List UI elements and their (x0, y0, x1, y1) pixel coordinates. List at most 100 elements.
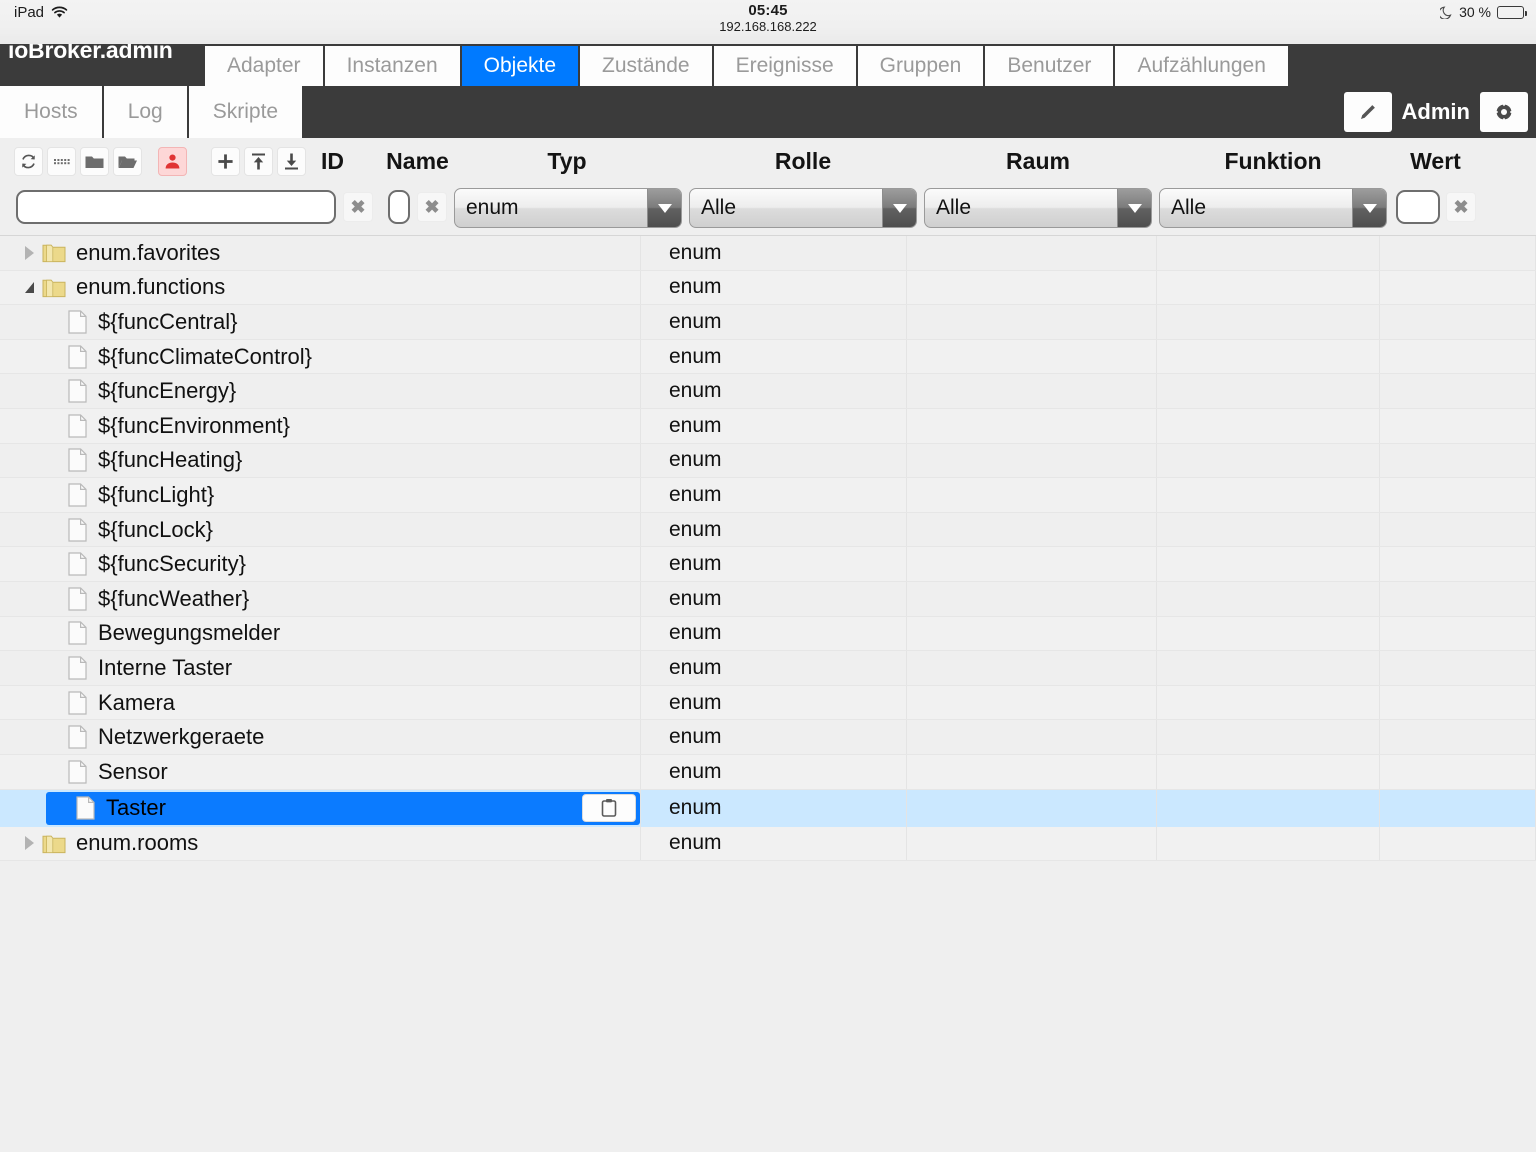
cell-rolle (907, 478, 1157, 512)
typ-filter-select[interactable]: enum (454, 188, 682, 228)
cell-id: ${funcEnergy} (0, 374, 641, 408)
cell-funktion (1380, 236, 1536, 270)
cell-id: Bewegungsmelder (0, 616, 641, 651)
collapse-toggle-icon[interactable] (16, 281, 42, 293)
settings-button[interactable] (1480, 92, 1528, 132)
id-filter-input[interactable] (16, 190, 336, 224)
table-row[interactable]: Netzwerkgeraete enum (0, 720, 1536, 755)
cell-id: ${funcSecurity} (0, 547, 641, 581)
tab-benutzer[interactable]: Benutzer (985, 46, 1114, 86)
table-row[interactable]: ${funcLock} enum (0, 512, 1536, 548)
add-object-button[interactable] (211, 146, 240, 176)
table-row[interactable]: enum.rooms enum (0, 826, 1536, 862)
table-row[interactable]: ${funcEnergy} enum (0, 374, 1536, 409)
clock-label: 05:45 (748, 2, 788, 19)
folder-icon (42, 242, 66, 263)
row-label: Sensor (98, 758, 168, 784)
cell-rolle (907, 651, 1157, 685)
cell-funktion (1380, 826, 1536, 861)
rolle-filter-select[interactable]: Alle (689, 188, 917, 228)
collapse-all-button[interactable] (80, 146, 109, 176)
raum-filter-select[interactable]: Alle (924, 188, 1152, 228)
file-icon (68, 725, 87, 749)
expert-mode-button[interactable] (158, 146, 187, 176)
file-icon (68, 310, 87, 334)
table-row[interactable]: ${funcEnvironment} enum (0, 408, 1536, 444)
tab-skripte[interactable]: Skripte (188, 86, 303, 138)
row-label: ${funcLight} (98, 481, 215, 507)
table-row[interactable]: Sensor enum (0, 754, 1536, 790)
table-row[interactable]: enum.functions enum (0, 270, 1536, 306)
tab-hosts[interactable]: Hosts (0, 86, 102, 138)
cell-id: enum.rooms (0, 826, 641, 861)
row-copy-button[interactable] (582, 793, 636, 822)
table-row[interactable]: ${funcHeating} enum (0, 443, 1536, 479)
collapse-folder-icon (85, 156, 104, 168)
cell-raum (1157, 443, 1380, 478)
table-row[interactable]: Taster enum (0, 789, 1536, 827)
folder-icon (42, 244, 66, 263)
tab-gruppen[interactable]: Gruppen (857, 46, 984, 86)
expand-all-button[interactable] (113, 146, 142, 176)
row-label: ${funcEnvironment} (98, 412, 291, 438)
cell-typ: enum (641, 616, 907, 651)
edit-button[interactable] (1343, 92, 1392, 132)
cell-rolle (907, 826, 1157, 861)
expert-mode-icon (165, 154, 180, 168)
table-row[interactable]: ${funcCentral} enum (0, 305, 1536, 340)
cell-raum (1157, 616, 1380, 651)
wert-filter-clear-button[interactable]: ✖ (1446, 192, 1476, 222)
tab-aufz-hlungen[interactable]: Aufzählungen (1115, 46, 1288, 86)
selected-row-highlight[interactable]: Taster (46, 791, 640, 825)
table-row[interactable]: ${funcClimateControl} enum (0, 339, 1536, 375)
cell-rolle (907, 374, 1157, 408)
tab-instanzen[interactable]: Instanzen (324, 46, 460, 86)
id-filter-clear-button[interactable]: ✖ (343, 192, 373, 222)
file-icon (68, 517, 87, 542)
file-icon (68, 552, 87, 576)
name-filter-input[interactable] (388, 190, 410, 224)
table-row[interactable]: Bewegungsmelder enum (0, 616, 1536, 652)
columns-icon (54, 159, 70, 165)
tab-log[interactable]: Log (103, 86, 187, 138)
table-row[interactable]: Interne Taster enum (0, 651, 1536, 686)
cell-typ: enum (641, 339, 907, 374)
wert-filter-input[interactable] (1396, 190, 1440, 224)
table-row[interactable]: ${funcLight} enum (0, 478, 1536, 513)
import-button[interactable] (244, 146, 273, 176)
file-icon (68, 587, 87, 611)
funktion-filter-select[interactable]: Alle (1159, 188, 1387, 228)
folder-icon (42, 833, 66, 854)
cell-typ: enum (641, 826, 907, 861)
columns-button[interactable] (47, 146, 76, 176)
funktion-filter-value: Alle (1171, 196, 1207, 219)
file-icon (76, 796, 95, 820)
expand-toggle-icon[interactable] (16, 836, 42, 851)
ios-status-bar: iPad 05:45 192.168.168.222 30 % (0, 0, 1536, 44)
cell-id: ${funcHeating} (0, 443, 641, 478)
cell-funktion (1380, 339, 1536, 374)
folder-icon (42, 279, 66, 297)
expand-toggle-icon[interactable] (16, 245, 42, 260)
refresh-button[interactable] (14, 146, 43, 176)
table-row[interactable]: ${funcWeather} enum (0, 581, 1536, 617)
cell-funktion (1380, 754, 1536, 789)
table-row[interactable]: enum.favorites enum (0, 236, 1536, 271)
cell-typ: enum (641, 305, 907, 339)
file-icon (68, 379, 87, 403)
cell-id: ${funcLight} (0, 478, 641, 512)
cell-id: ${funcWeather} (0, 581, 641, 616)
cell-raum (1157, 789, 1380, 827)
table-row[interactable]: ${funcSecurity} enum (0, 547, 1536, 582)
tab-ereignisse[interactable]: Ereignisse (713, 46, 856, 86)
tab-adapter[interactable]: Adapter (205, 46, 323, 86)
name-filter-clear-button[interactable]: ✖ (417, 192, 447, 222)
tab-objekte[interactable]: Objekte (461, 46, 579, 86)
file-icon (68, 379, 87, 403)
cell-rolle (907, 270, 1157, 305)
tab-zust-nde[interactable]: Zustände (580, 46, 712, 86)
table-row[interactable]: Kamera enum (0, 685, 1536, 721)
file-icon (68, 344, 87, 369)
cell-rolle (907, 443, 1157, 478)
cell-typ: enum (641, 374, 907, 408)
